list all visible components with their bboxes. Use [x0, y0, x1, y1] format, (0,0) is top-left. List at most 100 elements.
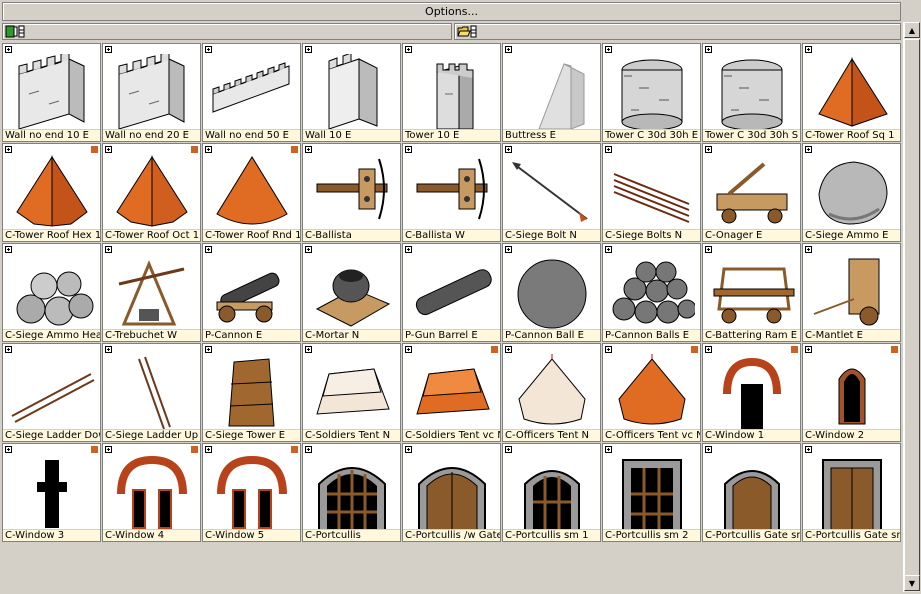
scroll-thumb[interactable]: [904, 39, 920, 587]
shape-item[interactable]: C-Siege Ammo E: [802, 143, 901, 242]
expand-icon[interactable]: [505, 446, 512, 453]
expand-icon[interactable]: [705, 346, 712, 353]
shape-item[interactable]: C-Window 3: [2, 443, 101, 542]
shape-item[interactable]: C-Onager E: [702, 143, 801, 242]
shape-item[interactable]: P-Gun Barrel E: [402, 243, 501, 342]
shape-item[interactable]: P-Cannon E: [202, 243, 301, 342]
expand-icon[interactable]: [605, 146, 612, 153]
expand-icon[interactable]: [305, 46, 312, 53]
expand-icon[interactable]: [5, 246, 12, 253]
shape-item[interactable]: C-Siege Bolt N: [502, 143, 601, 242]
shape-item[interactable]: C-Portcullis: [302, 443, 401, 542]
shape-item[interactable]: C-Siege Tower E: [202, 343, 301, 442]
shape-item[interactable]: C-Portcullis Gate sm: [702, 443, 801, 542]
expand-icon[interactable]: [405, 146, 412, 153]
shape-item[interactable]: Tower C 30d 30h S: [702, 43, 801, 142]
shape-item[interactable]: C-Portcullis sm 1: [502, 443, 601, 542]
folder-open-icon[interactable]: [457, 25, 479, 38]
expand-icon[interactable]: [805, 246, 812, 253]
expand-icon[interactable]: [705, 46, 712, 53]
shape-item[interactable]: Wall no end 50 E: [202, 43, 301, 142]
expand-icon[interactable]: [505, 46, 512, 53]
shape-item[interactable]: C-Siege Ladder Down: [2, 343, 101, 442]
expand-icon[interactable]: [305, 246, 312, 253]
expand-icon[interactable]: [205, 46, 212, 53]
shape-item[interactable]: C-Window 1: [702, 343, 801, 442]
expand-icon[interactable]: [305, 346, 312, 353]
shape-item[interactable]: C-Officers Tent vc N: [602, 343, 701, 442]
shape-item[interactable]: Tower C 30d 30h E: [602, 43, 701, 142]
vertical-scrollbar[interactable]: ▲ ▼: [903, 22, 920, 592]
scroll-up-button[interactable]: ▲: [904, 22, 920, 38]
expand-icon[interactable]: [605, 46, 612, 53]
library-icon[interactable]: [5, 25, 27, 38]
expand-icon[interactable]: [705, 246, 712, 253]
expand-icon[interactable]: [605, 446, 612, 453]
shape-item[interactable]: C-Mortar N: [302, 243, 401, 342]
expand-icon[interactable]: [105, 46, 112, 53]
expand-icon[interactable]: [505, 146, 512, 153]
expand-icon[interactable]: [105, 246, 112, 253]
expand-icon[interactable]: [805, 46, 812, 53]
expand-icon[interactable]: [505, 346, 512, 353]
expand-icon[interactable]: [705, 446, 712, 453]
shape-item[interactable]: Wall 10 E: [302, 43, 401, 142]
expand-icon[interactable]: [205, 346, 212, 353]
shape-item[interactable]: C-Siege Ammo Heap: [2, 243, 101, 342]
options-button[interactable]: Options...: [2, 2, 901, 21]
expand-icon[interactable]: [605, 346, 612, 353]
expand-icon[interactable]: [305, 146, 312, 153]
shape-item[interactable]: C-Siege Ladder Up: [102, 343, 201, 442]
expand-icon[interactable]: [805, 446, 812, 453]
expand-icon[interactable]: [705, 146, 712, 153]
expand-icon[interactable]: [405, 46, 412, 53]
shape-item[interactable]: C-Soldiers Tent vc N: [402, 343, 501, 442]
folder-path-field[interactable]: [454, 23, 901, 40]
expand-icon[interactable]: [405, 246, 412, 253]
expand-icon[interactable]: [105, 446, 112, 453]
shape-item[interactable]: C-Siege Bolts N: [602, 143, 701, 242]
shape-item[interactable]: C-Mantlet E: [802, 243, 901, 342]
shape-item[interactable]: C-Tower Roof Rnd 1: [202, 143, 301, 242]
expand-icon[interactable]: [505, 246, 512, 253]
expand-icon[interactable]: [5, 146, 12, 153]
round-tent-orange-icon: [618, 354, 686, 425]
shape-item[interactable]: C-Officers Tent N: [502, 343, 601, 442]
shape-item[interactable]: P-Cannon Balls E: [602, 243, 701, 342]
shape-item[interactable]: C-Trebuchet W: [102, 243, 201, 342]
shape-item[interactable]: Tower 10 E: [402, 43, 501, 142]
shape-item[interactable]: C-Tower Roof Hex 1: [2, 143, 101, 242]
expand-icon[interactable]: [205, 446, 212, 453]
shape-item[interactable]: C-Ballista W: [402, 143, 501, 242]
shape-item[interactable]: C-Window 4: [102, 443, 201, 542]
expand-icon[interactable]: [105, 346, 112, 353]
expand-icon[interactable]: [805, 146, 812, 153]
expand-icon[interactable]: [305, 446, 312, 453]
shape-item[interactable]: C-Portcullis sm 2: [602, 443, 701, 542]
shape-item[interactable]: C-Portcullis Gate sm: [802, 443, 901, 542]
expand-icon[interactable]: [805, 346, 812, 353]
expand-icon[interactable]: [5, 46, 12, 53]
shape-item[interactable]: C-Ballista: [302, 143, 401, 242]
library-path-field[interactable]: [2, 23, 452, 40]
shape-item[interactable]: Wall no end 20 E: [102, 43, 201, 142]
expand-icon[interactable]: [205, 146, 212, 153]
expand-icon[interactable]: [105, 146, 112, 153]
shape-item[interactable]: Wall no end 10 E: [2, 43, 101, 142]
shape-item[interactable]: P-Cannon Ball E: [502, 243, 601, 342]
expand-icon[interactable]: [205, 246, 212, 253]
shape-item[interactable]: C-Battering Ram E: [702, 243, 801, 342]
expand-icon[interactable]: [5, 446, 12, 453]
shape-item[interactable]: Buttress E: [502, 43, 601, 142]
shape-item[interactable]: C-Window 2: [802, 343, 901, 442]
shape-item[interactable]: C-Tower Roof Oct 1: [102, 143, 201, 242]
shape-item[interactable]: C-Window 5: [202, 443, 301, 542]
expand-icon[interactable]: [405, 446, 412, 453]
scroll-down-button[interactable]: ▼: [904, 575, 920, 591]
expand-icon[interactable]: [605, 246, 612, 253]
expand-icon[interactable]: [5, 346, 12, 353]
shape-item[interactable]: C-Tower Roof Sq 1: [802, 43, 901, 142]
shape-item[interactable]: C-Portcullis /w Gate: [402, 443, 501, 542]
shape-item[interactable]: C-Soldiers Tent N: [302, 343, 401, 442]
expand-icon[interactable]: [405, 346, 412, 353]
